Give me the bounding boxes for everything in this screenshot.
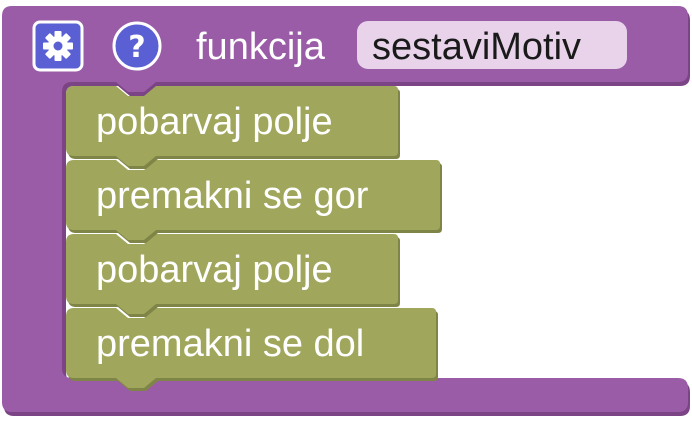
statement-block[interactable]: premakni se gor — [66, 160, 442, 243]
statement-label: pobarvaj polje — [96, 249, 333, 291]
statement-stack: premakni se dol pobarvaj polje premakni se… — [66, 86, 442, 391]
statement-block[interactable]: pobarvaj polje — [66, 234, 400, 317]
statement-block[interactable]: pobarvaj polje — [66, 86, 400, 169]
function-name-field[interactable]: sestaviMotiv — [357, 21, 627, 69]
gear-icon — [43, 31, 73, 61]
function-name: sestaviMotiv — [372, 26, 581, 68]
statement-block[interactable]: premakni se dol — [66, 308, 438, 391]
help-button[interactable]: ? — [112, 21, 162, 71]
statement-label: premakni se dol — [96, 323, 364, 365]
statement-label: pobarvaj polje — [96, 101, 333, 143]
statement-label: premakni se gor — [96, 175, 369, 217]
function-keyword: funkcija — [196, 26, 326, 68]
gear-button[interactable] — [32, 20, 84, 72]
block-workspace: ? funkcija sestaviMotiv premakni se dolp… — [2, 6, 690, 416]
question-mark-icon: ? — [128, 30, 145, 65]
